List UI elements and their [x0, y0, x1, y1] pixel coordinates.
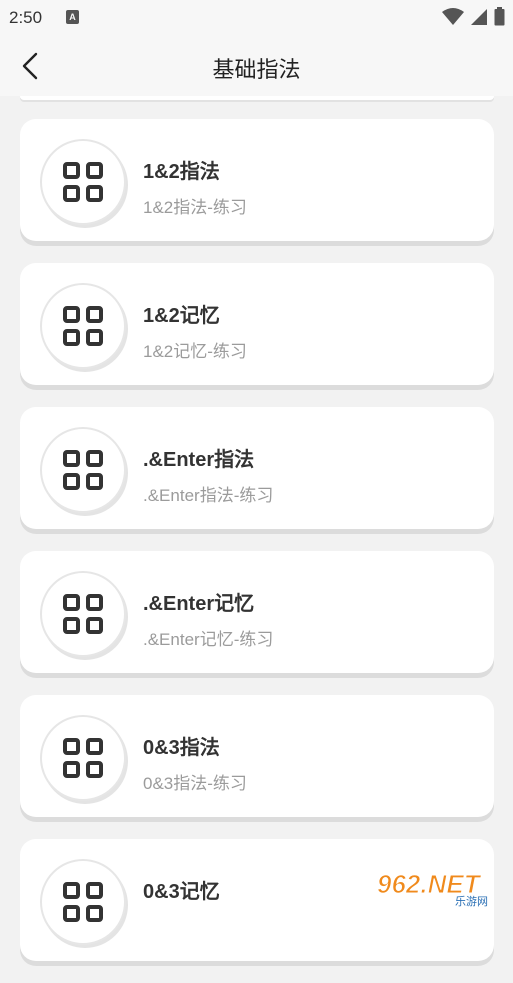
list-item[interactable]: 1&2指法 1&2指法-练习: [20, 119, 494, 241]
grid-icon: [40, 427, 126, 513]
page-title: 基础指法: [212, 57, 301, 82]
item-title: 1&2记忆: [143, 305, 220, 327]
item-title: 0&3记忆: [143, 881, 220, 903]
grid-icon: [40, 283, 126, 369]
item-subtitle: 0&3指法-练习: [143, 774, 247, 793]
item-title: 1&2指法: [143, 161, 220, 183]
grid-icon: [40, 571, 126, 657]
status-time: 2:50: [9, 8, 43, 27]
list-item[interactable]: .&Enter指法 .&Enter指法-练习: [20, 407, 494, 529]
item-title: .&Enter指法: [143, 449, 255, 471]
list-item[interactable]: .&Enter记忆 .&Enter记忆-练习: [20, 551, 494, 673]
grid-icon: [40, 859, 126, 945]
list-item[interactable]: 0&3指法 0&3指法-练习: [20, 695, 494, 817]
item-subtitle: 1&2指法-练习: [143, 198, 247, 217]
item-title: .&Enter记忆: [143, 593, 255, 615]
grid-icon: [40, 715, 126, 801]
watermark-logo: 962.NET 乐游网: [377, 869, 489, 907]
battery-icon: [494, 7, 505, 26]
exercise-list: 1&2指法 1&2指法-练习 1&2记忆 1&2记忆-练习 .&Enter指法 …: [20, 119, 494, 983]
item-title: 0&3指法: [143, 737, 220, 759]
list-item[interactable]: 1&2记忆 1&2记忆-练习: [20, 263, 494, 385]
watermark-subtext: 乐游网: [455, 895, 488, 907]
status-bar: 2:50 A: [0, 0, 513, 36]
item-subtitle: 1&2记忆-练习: [143, 342, 247, 361]
wifi-icon: [442, 7, 464, 25]
grid-icon: [40, 139, 126, 225]
app-bar: 基础指法: [0, 36, 513, 96]
status-icons: [442, 7, 505, 26]
text-a-icon: A: [66, 10, 79, 24]
item-subtitle: .&Enter记忆-练习: [143, 630, 274, 649]
cellular-signal-icon: [471, 8, 487, 25]
item-subtitle: .&Enter指法-练习: [143, 486, 274, 505]
previous-card-edge: [20, 96, 494, 100]
